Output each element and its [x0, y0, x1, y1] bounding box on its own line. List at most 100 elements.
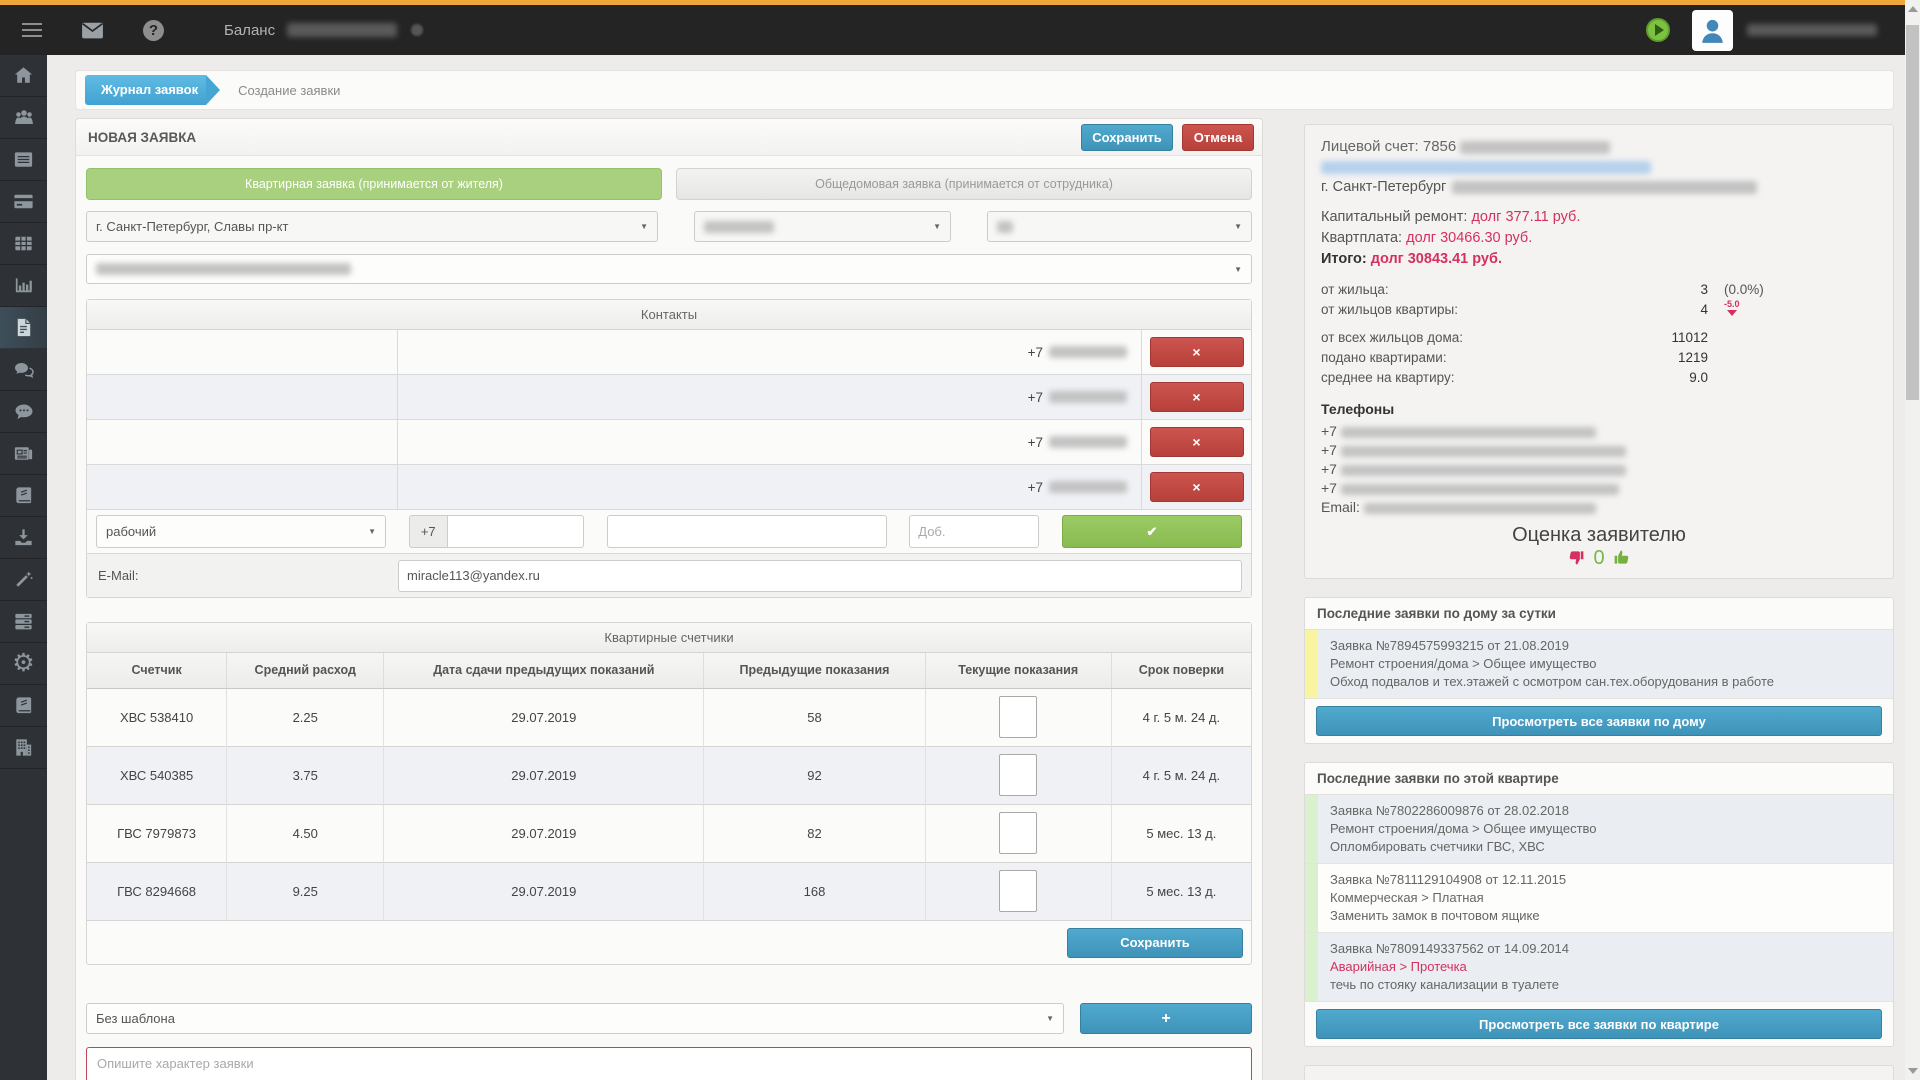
house-select[interactable]: [694, 211, 951, 242]
remove-phone-button[interactable]: ×: [1150, 337, 1244, 367]
sidebar-item-buildings[interactable]: [0, 727, 47, 769]
contacts-section: Контакты +7 × +7 × +: [86, 299, 1252, 598]
right-column: Лицевой счет: 7856 г. Санкт-Петербург Ка…: [1304, 118, 1894, 1080]
list-item[interactable]: Заявка №7811129104908 от 12.11.2015 Комм…: [1305, 864, 1893, 933]
current-reading-input[interactable]: [999, 870, 1037, 912]
redacted-phone: [1341, 465, 1626, 476]
sidebar-item-servers[interactable]: [0, 601, 47, 643]
table-row: ГВС 8294668 9.25 29.07.2019 168 5 мес. 1…: [87, 862, 1251, 920]
remove-phone-button[interactable]: ×: [1150, 427, 1244, 457]
users-icon: [12, 106, 36, 130]
redacted-apartment: [997, 221, 1013, 233]
gear-icon: ⚙: [12, 651, 34, 676]
redacted-phone: [1341, 427, 1596, 438]
table-row: ХВС 538410 2.25 29.07.2019 58 4 г. 5 м. …: [87, 688, 1251, 746]
building-icon: [12, 736, 35, 759]
sidebar-item-registry[interactable]: [0, 139, 47, 181]
view-house-requests-button[interactable]: Просмотреть все заявки по дому: [1316, 706, 1882, 736]
phone-type-select[interactable]: рабочий: [96, 515, 386, 548]
add-template-button[interactable]: +: [1080, 1003, 1252, 1034]
request-number: Заявка №7811129104908 от 12.11.2015: [1330, 871, 1881, 889]
bar-chart-icon: [12, 274, 35, 297]
sidebar-item-messages[interactable]: [0, 391, 47, 433]
sidebar-item-settings[interactable]: ⚙: [0, 643, 47, 685]
redacted-phone: [1049, 391, 1127, 403]
meters-table: Счетчик Средний расход Дата сдачи предыд…: [87, 653, 1251, 920]
phone-number-input[interactable]: [447, 515, 584, 548]
document-icon: [12, 316, 35, 339]
status-stripe: [1305, 795, 1318, 863]
request-category: Ремонт строения/дома > Общее имущество: [1330, 655, 1881, 673]
email-field[interactable]: [398, 560, 1242, 592]
building-request-toggle[interactable]: Общедомовая заявка (принимается от сотру…: [676, 168, 1252, 200]
sidebar-item-payments[interactable]: [0, 181, 47, 223]
save-button[interactable]: Сохранить: [1081, 124, 1173, 151]
request-description: Опломбировать счетчики ГВС, ХВС: [1330, 838, 1881, 856]
phone-ext-input[interactable]: [909, 515, 1039, 548]
sidebar-item-home[interactable]: [0, 55, 47, 97]
apartment-select[interactable]: [987, 211, 1252, 242]
meters-section: Квартирные счетчики Счетчик Средний расх…: [86, 622, 1252, 965]
tab-journal[interactable]: Журнал заявок: [85, 75, 206, 105]
thumbs-up-icon[interactable]: [1612, 547, 1633, 568]
view-apartment-requests-button[interactable]: Просмотреть все заявки по квартире: [1316, 1009, 1882, 1039]
current-reading-input[interactable]: [999, 696, 1037, 738]
avatar[interactable]: [1692, 10, 1733, 51]
current-reading-input[interactable]: [999, 812, 1037, 854]
home-icon: [12, 64, 35, 87]
phone-comment-input[interactable]: [607, 515, 887, 548]
trend-down: -5.0: [1724, 300, 1740, 316]
col-header: Срок поверки: [1111, 653, 1251, 688]
cancel-button[interactable]: Отмена: [1182, 124, 1254, 151]
scrollbar-thumb[interactable]: [1906, 25, 1919, 400]
request-category: Коммерческая > Платная: [1330, 889, 1881, 907]
redacted-link[interactable]: [1321, 161, 1651, 174]
street-select[interactable]: г. Санкт-Петербург, Славы пр-кт: [86, 211, 658, 242]
list-item[interactable]: Заявка №7802286009876 от 28.02.2018 Ремо…: [1305, 795, 1893, 864]
sidebar-item-directory[interactable]: [0, 685, 47, 727]
remove-phone-button[interactable]: ×: [1150, 472, 1244, 502]
balance-label: Баланс: [224, 22, 275, 39]
request-number: Заявка №7802286009876 от 28.02.2018: [1330, 802, 1881, 820]
scrollbar-down-arrow-icon[interactable]: [1908, 1068, 1918, 1074]
panel-title: Последние заявки по дому за сутки: [1305, 598, 1893, 630]
page-scrollbar[interactable]: [1905, 0, 1920, 1080]
save-readings-button[interactable]: Сохранить: [1067, 928, 1243, 958]
play-button[interactable]: [1646, 18, 1670, 42]
scrollbar-up-arrow-icon[interactable]: [1908, 6, 1918, 12]
thumbs-down-icon[interactable]: [1565, 547, 1586, 568]
sidebar-item-import[interactable]: [0, 517, 47, 559]
confirm-phone-button[interactable]: ✔: [1062, 515, 1242, 548]
current-reading-input[interactable]: [999, 754, 1037, 796]
apartment-request-toggle[interactable]: Квартирная заявка (принимается от жителя…: [86, 168, 662, 200]
template-select[interactable]: Без шаблона: [86, 1003, 1064, 1034]
mail-button[interactable]: [80, 18, 105, 43]
list-item[interactable]: Заявка №7809149337562 от 14.09.2014 Авар…: [1305, 933, 1893, 1002]
redacted-email: [1364, 503, 1596, 514]
remove-phone-button[interactable]: ×: [1150, 382, 1244, 412]
request-description-textarea[interactable]: [86, 1047, 1252, 1080]
contact-row: +7 ×: [87, 375, 1251, 420]
table-row: ХВС 540385 3.75 29.07.2019 92 4 г. 5 м. …: [87, 746, 1251, 804]
sidebar-item-requests[interactable]: [0, 307, 47, 349]
phone-prefix-addon: +7: [409, 515, 447, 548]
list-item[interactable]: Заявка №7894575993215 от 21.08.2019 Ремо…: [1305, 630, 1893, 699]
meter-name: ГВС 7979873: [87, 804, 227, 862]
sidebar-item-news[interactable]: [0, 433, 47, 475]
menu-icon[interactable]: [22, 29, 42, 32]
top-navbar: ? Баланс: [0, 5, 1905, 55]
sidebar-item-residents[interactable]: [0, 97, 47, 139]
redacted-phone: [1341, 484, 1619, 495]
sidebar-item-statistics[interactable]: [0, 265, 47, 307]
meter-prev: 58: [704, 688, 925, 746]
resident-select[interactable]: [86, 254, 1252, 284]
sidebar-item-tables[interactable]: [0, 223, 47, 265]
help-button[interactable]: ?: [143, 20, 164, 41]
sidebar-item-dialogs[interactable]: [0, 349, 47, 391]
sidebar-item-journal[interactable]: [0, 475, 47, 517]
sidebar-item-master[interactable]: [0, 559, 47, 601]
email-label: Email:: [1321, 499, 1360, 515]
meters-title: Квартирные счетчики: [87, 623, 1251, 653]
meter-name: ХВС 538410: [87, 688, 227, 746]
meter-avg: 9.25: [227, 862, 384, 920]
